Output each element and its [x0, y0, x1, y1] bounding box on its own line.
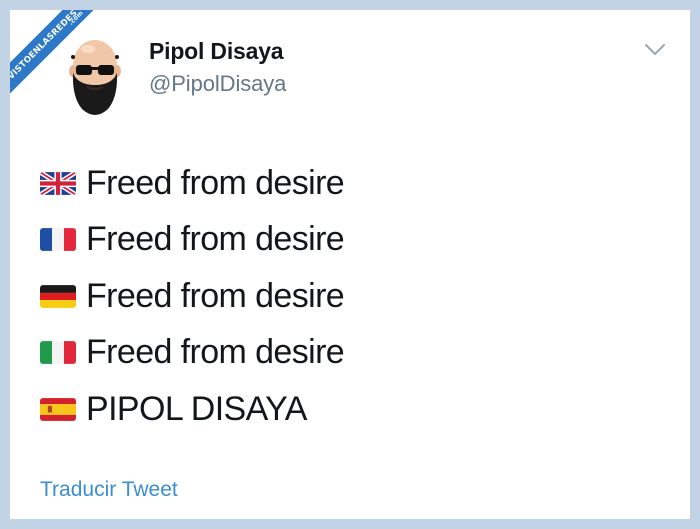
tweet-line-text: PIPOL DISAYA: [86, 389, 307, 428]
flag-germany-icon: [40, 284, 76, 308]
flag-spain-icon: [40, 397, 76, 421]
author-handle[interactable]: @PipolDisaya: [149, 71, 286, 97]
tweet-line: Freed from desire: [40, 163, 345, 203]
tweet-line: PIPOL DISAYA: [40, 389, 307, 429]
translate-tweet-link[interactable]: Traducir Tweet: [40, 478, 178, 502]
tweet-line: Freed from desire: [40, 276, 345, 316]
author-display-name[interactable]: Pipol Disaya: [149, 38, 284, 65]
tweet-line-text: Freed from desire: [86, 332, 345, 371]
flag-italy-icon: [40, 340, 76, 364]
chevron-down-icon[interactable]: [644, 42, 666, 58]
tweet-line: Freed from desire: [40, 219, 345, 259]
tweet-line: Freed from desire: [40, 332, 345, 372]
tweet-line-text: Freed from desire: [86, 276, 345, 315]
flag-france-icon: [40, 227, 76, 251]
tweet-line-text: Freed from desire: [86, 219, 345, 258]
flag-uk-icon: [40, 171, 76, 195]
tweet-line-text: Freed from desire: [86, 163, 345, 202]
watermark-ribbon: VISTOENLASREDES .com: [10, 10, 120, 120]
tweet-card: VISTOENLASREDES .com Pipol Disaya @Pipol…: [10, 10, 690, 519]
